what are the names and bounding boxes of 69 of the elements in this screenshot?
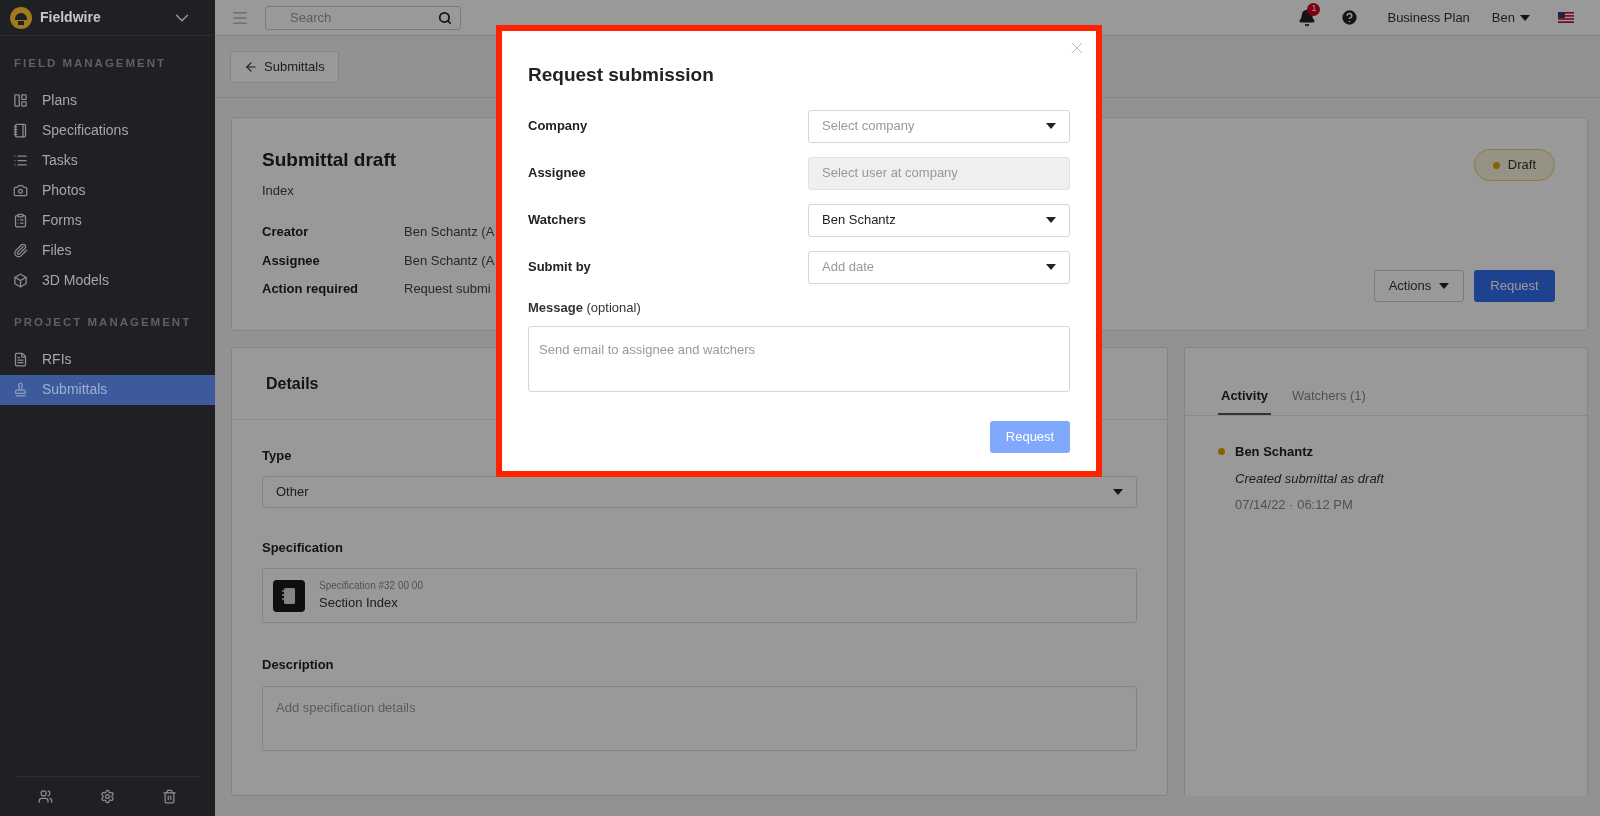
plan-link[interactable]: Business Plan <box>1387 7 1470 28</box>
clipboard-icon <box>13 212 28 228</box>
sidebar-item[interactable]: Files <box>0 235 215 266</box>
field-value: Ben Schantz (A <box>404 223 495 241</box>
stamp-icon <box>13 382 28 397</box>
specification-item[interactable]: Specification #32 00 00 Section Index <box>262 568 1137 623</box>
notification-badge: 1 <box>1307 2 1321 16</box>
notebook-icon <box>13 122 28 138</box>
settings-icon[interactable] <box>100 789 115 804</box>
sidebar-item[interactable]: Specifications <box>0 115 215 146</box>
caret-icon <box>1520 14 1530 21</box>
notebook-icon <box>273 579 305 612</box>
sidebar-item[interactable]: Submittals <box>0 374 215 405</box>
section-heading: PROJECT MANAGEMENT <box>13 315 193 331</box>
specification-number: Specification #32 00 00 <box>319 579 423 594</box>
plan-icon <box>13 92 28 108</box>
request-button[interactable]: Request <box>1474 270 1555 302</box>
activity-time: 07/14/22 · 06:12 PM <box>1235 496 1354 514</box>
document-icon <box>13 352 28 367</box>
activity-author: Ben Schantz <box>1235 443 1314 461</box>
brand-name: Fieldwire <box>40 8 102 27</box>
dropdown-field[interactable]: Ben Schantz <box>808 203 1070 237</box>
search-icon <box>438 10 452 25</box>
dialog-title: Request submission <box>528 63 715 87</box>
specification-name: Section Index <box>319 594 399 613</box>
tab[interactable]: Activity <box>1218 385 1271 415</box>
actions-button[interactable]: Actions <box>1374 270 1464 302</box>
caret-icon <box>1439 283 1450 289</box>
message-label: Message (optional) <box>528 298 642 317</box>
field-value: Ben Schantz (A <box>404 251 495 270</box>
field-label: Submit by <box>528 258 591 277</box>
sidebar-item[interactable]: RFIs <box>0 344 215 375</box>
field-label: Creator <box>262 223 310 241</box>
field-label: Company <box>528 117 588 136</box>
type-label: Type <box>262 447 293 465</box>
sidebar-item[interactable]: 3D Models <box>0 265 215 296</box>
field-label: Assignee <box>262 251 321 270</box>
details-title: Details <box>266 373 319 394</box>
users-icon[interactable] <box>37 789 53 804</box>
sidebar-item[interactable]: Tasks <box>0 145 215 176</box>
field-label: Watchers <box>528 211 587 230</box>
field-label: Action required <box>262 280 360 298</box>
help-icon[interactable] <box>1340 8 1360 27</box>
field-label: Assignee <box>528 164 586 183</box>
sidebar-item[interactable]: Plans <box>0 85 215 116</box>
list-icon <box>13 152 28 168</box>
camera-icon <box>13 182 28 198</box>
section-heading: FIELD MANAGEMENT <box>13 56 168 71</box>
submittal-title: Submittal draft <box>262 148 398 172</box>
caret-icon <box>1046 123 1056 129</box>
field-value: Request submi <box>404 280 492 298</box>
description-label: Description <box>262 656 335 674</box>
logo-icon <box>10 6 32 29</box>
cube-icon <box>13 272 28 288</box>
flag-icon[interactable] <box>1558 12 1574 23</box>
user-menu[interactable]: Ben <box>1491 7 1530 28</box>
specification-label: Specification <box>262 538 344 557</box>
caret-icon <box>1046 264 1056 270</box>
caret-icon <box>1113 488 1123 495</box>
sidebar-item[interactable]: Forms <box>0 205 215 236</box>
submittal-subtitle: Index <box>262 181 295 200</box>
arrow-left-icon <box>244 59 258 74</box>
trash-icon[interactable] <box>162 789 178 804</box>
status-badge: Draft <box>1473 149 1555 181</box>
back-button[interactable]: Submittals <box>230 50 339 83</box>
paperclip-icon <box>13 242 28 258</box>
sidebar-item[interactable]: Photos <box>0 175 215 206</box>
activity-text: Created submittal as draft <box>1235 469 1384 488</box>
caret-icon <box>1046 217 1056 223</box>
